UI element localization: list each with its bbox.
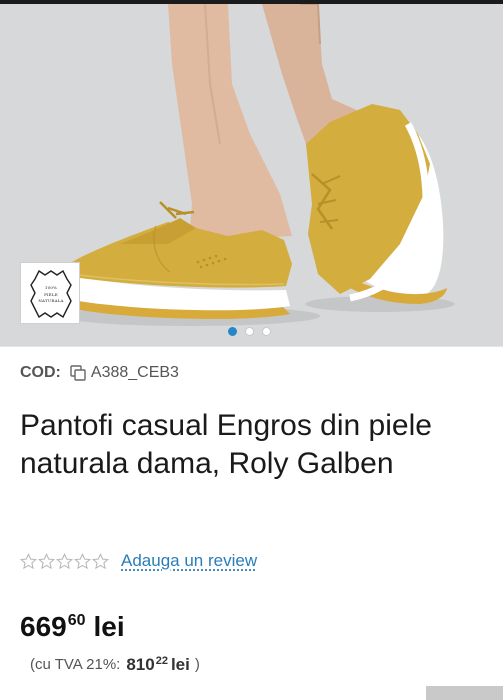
product-title: Pantofi casual Engros din piele naturala… <box>20 409 432 480</box>
star-empty-icon <box>74 552 91 569</box>
product-code-label: COD: <box>20 364 61 381</box>
vat-price-currency: lei <box>170 655 190 674</box>
badge-text-line-1: 100% <box>44 285 58 290</box>
badge-text-line-3: NATURALA <box>38 298 64 303</box>
star-empty-icon <box>38 552 55 569</box>
gallery-pagination <box>228 327 271 336</box>
product-code-value: A388_CEB3 <box>90 364 179 381</box>
price-integer: 669 <box>20 611 67 642</box>
rating-stars <box>20 552 109 570</box>
gallery-dot-3[interactable] <box>262 327 271 336</box>
copy-icon[interactable] <box>69 364 87 382</box>
star-empty-icon <box>20 552 37 569</box>
star-empty-icon <box>56 552 73 569</box>
product-image-gallery[interactable]: 100% PIELE NATURALA <box>0 4 503 346</box>
divider <box>0 346 503 347</box>
vat-price-decimals: 22 <box>155 655 168 667</box>
product-price: 669 60 lei <box>20 610 125 644</box>
price-currency: lei <box>93 611 125 642</box>
rating-row: Adauga un review <box>20 551 257 571</box>
product-code-row: COD: A388_CEB3 <box>20 364 179 382</box>
gallery-dot-1[interactable] <box>228 327 237 336</box>
vat-price-integer: 810 <box>126 655 155 674</box>
gallery-dot-2[interactable] <box>245 327 254 336</box>
star-empty-icon <box>92 552 109 569</box>
badge-text-line-2: PIELE <box>44 292 58 297</box>
price-decimals: 60 <box>67 612 86 629</box>
add-review-link[interactable]: Adauga un review <box>121 551 257 571</box>
vat-label: (cu TVA 21%: <box>30 656 121 673</box>
price-with-vat: (cu TVA 21%: 810 22 lei ) <box>30 655 200 675</box>
vat-close-paren: ) <box>194 656 200 673</box>
leather-certification-badge: 100% PIELE NATURALA <box>20 262 80 324</box>
partial-button[interactable] <box>426 686 503 700</box>
